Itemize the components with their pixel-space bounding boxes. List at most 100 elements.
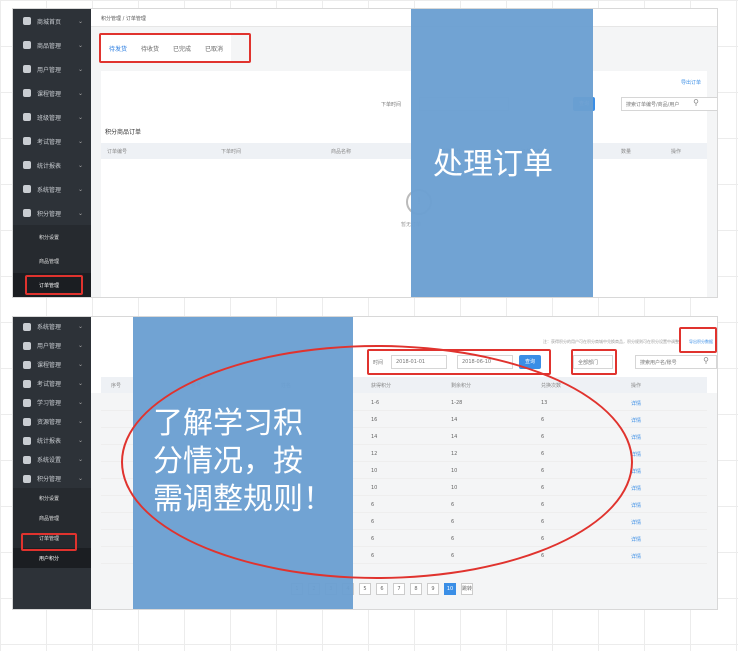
sidebar-subitem[interactable]: 商品管理: [13, 249, 91, 273]
sidebar-item[interactable]: 积分管理 ⌄: [13, 201, 91, 225]
chevron-down-icon: ⌄: [77, 41, 83, 49]
sidebar: 商城首页 ⌄ 商品管理 ⌄ 用户管理 ⌄ 课程管理 ⌄ 班级管理 ⌄ 考试管理 ⌄ 统计报表 ⌄ 系统管理 ⌄…: [13, 9, 91, 297]
sidebar-item[interactable]: 系统设置 ⌄: [13, 450, 91, 469]
overlay-caption-line: 需调整规则！: [153, 482, 333, 517]
menu-icon: [23, 455, 31, 464]
sidebar-item-label: 商品管理: [37, 42, 62, 50]
chevron-down-icon: ⌄: [77, 89, 83, 97]
row-detail-link[interactable]: 详情: [631, 553, 641, 560]
home-icon: [23, 17, 31, 25]
breadcrumb: 积分管理 / 订单管理: [91, 9, 717, 27]
page-button[interactable]: 9: [427, 583, 439, 595]
row-detail-link[interactable]: 详情: [631, 502, 641, 509]
dept-highlight-box: [571, 349, 617, 375]
sidebar-item[interactable]: 课程管理 ⌄: [13, 81, 91, 105]
sidebar-item[interactable]: 资源管理 ⌄: [13, 412, 91, 431]
search-icon[interactable]: ⚲: [703, 356, 709, 365]
column-header: 商品名称: [331, 149, 352, 155]
chevron-down-icon: ⌄: [77, 456, 83, 463]
page-button[interactable]: 跳转: [461, 583, 473, 595]
table-cell: 6: [541, 553, 545, 559]
main-content: 积分管理 / 订单管理 待发货待收货已完成已取消 导出订单 下单时间 查询 搜索…: [91, 9, 717, 297]
export-highlight-box: [679, 327, 717, 353]
sidebar-item[interactable]: 系统管理 ⌄: [13, 177, 91, 201]
sidebar-item[interactable]: 系统管理 ⌄: [13, 317, 91, 336]
page-button[interactable]: 6: [376, 583, 388, 595]
sidebar: 系统管理 ⌄ 用户管理 ⌄ 课程管理 ⌄ 考试管理 ⌄ 学习管理 ⌄ 资源管理 ⌄ 统计报表 ⌄ 系统设置 ⌄…: [13, 317, 91, 609]
sidebar-subitem[interactable]: 用户积分: [13, 548, 91, 568]
menu-icon: [23, 417, 31, 426]
sidebar-item[interactable]: 积分管理 ⌄: [13, 469, 91, 488]
sidebar-item-label: 用户管理: [37, 66, 62, 74]
sidebar-item-label: 学习管理: [37, 400, 62, 407]
column-header: 序号: [111, 383, 122, 389]
sidebar-item-label: 课程管理: [37, 362, 62, 369]
menu-icon: [23, 341, 31, 350]
row-detail-link[interactable]: 详情: [631, 519, 641, 526]
chevron-down-icon: ⌄: [77, 361, 83, 368]
sidebar-item[interactable]: 商品管理 ⌄: [13, 33, 91, 57]
row-detail-link[interactable]: 详情: [631, 485, 641, 492]
column-header: 数量: [621, 149, 632, 155]
sidebar-item-label: 统计报表: [37, 162, 62, 170]
menu-icon: [23, 379, 31, 388]
sidebar-item-label: 用户管理: [37, 343, 62, 350]
sidebar-item-label: 考试管理: [37, 381, 62, 388]
system-icon: [23, 185, 31, 193]
order-management-screenshot: 商城首页 ⌄ 商品管理 ⌄ 用户管理 ⌄ 课程管理 ⌄ 班级管理 ⌄ 考试管理 ⌄ 统计报表 ⌄ 系统管理 ⌄…: [12, 8, 718, 298]
chevron-down-icon: ⌄: [77, 475, 83, 482]
menu-icon: [23, 474, 31, 483]
row-detail-link[interactable]: 详情: [631, 400, 641, 407]
sidebar-item[interactable]: 统计报表 ⌄: [13, 153, 91, 177]
sidebar-item[interactable]: 班级管理 ⌄: [13, 105, 91, 129]
sidebar-item[interactable]: 用户管理 ⌄: [13, 57, 91, 81]
menu-icon: [23, 322, 31, 331]
chevron-down-icon: ⌄: [77, 380, 83, 387]
sidebar-subitem[interactable]: 用户积分: [13, 297, 91, 298]
sidebar-subitem[interactable]: 商品管理: [13, 508, 91, 528]
row-detail-link[interactable]: 详情: [631, 417, 641, 424]
sidebar-item-label: 系统设置: [37, 457, 62, 464]
page-button[interactable]: 7: [393, 583, 405, 595]
sidebar-item-label: 统计报表: [37, 438, 62, 445]
edit-icon: [23, 137, 31, 145]
row-detail-link[interactable]: 详情: [631, 536, 641, 543]
overlay-caption-line: 了解学习积: [153, 406, 303, 441]
sidebar-subitem[interactable]: 积分设置: [13, 488, 91, 508]
menu-highlight-box: [21, 533, 77, 551]
sidebar-item[interactable]: 课程管理 ⌄: [13, 355, 91, 374]
user-points-screenshot: 系统管理 ⌄ 用户管理 ⌄ 课程管理 ⌄ 考试管理 ⌄ 学习管理 ⌄ 资源管理 ⌄ 统计报表 ⌄ 系统设置 ⌄…: [12, 316, 718, 610]
column-header: 操作: [631, 383, 642, 389]
page-button[interactable]: 10: [444, 583, 456, 595]
table-title: 积分商品订单: [105, 129, 142, 136]
sidebar-subitem[interactable]: 积分设置: [13, 225, 91, 249]
sidebar-item-label: 班级管理: [37, 114, 62, 122]
chevron-down-icon: ⌄: [77, 161, 83, 169]
sidebar-item-label: 积分管理: [37, 476, 62, 483]
sidebar-item[interactable]: 考试管理 ⌄: [13, 374, 91, 393]
sidebar-item-label: 积分管理: [37, 210, 62, 218]
sidebar-item[interactable]: 学习管理 ⌄: [13, 393, 91, 412]
export-link[interactable]: 导出订单: [681, 79, 701, 86]
page-button[interactable]: 5: [359, 583, 371, 595]
page-button[interactable]: 8: [410, 583, 422, 595]
sidebar-item[interactable]: 用户管理 ⌄: [13, 336, 91, 355]
menu-icon: [23, 398, 31, 407]
search-icon[interactable]: ⚲: [693, 98, 699, 107]
chevron-down-icon: ⌄: [77, 399, 83, 406]
points-icon: [23, 209, 31, 217]
grid-icon: [23, 113, 31, 121]
search-input[interactable]: 搜索订单编号/商品/用户: [621, 97, 717, 111]
chevron-down-icon: ⌄: [77, 323, 83, 330]
sidebar-item[interactable]: 考试管理 ⌄: [13, 129, 91, 153]
sidebar-item-label: 课程管理: [37, 90, 62, 98]
chevron-down-icon: ⌄: [77, 185, 83, 193]
chevron-down-icon: ⌄: [77, 137, 83, 145]
chevron-down-icon: ⌄: [77, 65, 83, 73]
sidebar-item[interactable]: 统计报表 ⌄: [13, 431, 91, 450]
sidebar-item-label: 系统管理: [37, 324, 62, 331]
row-detail-link[interactable]: 详情: [631, 434, 641, 441]
chevron-down-icon: ⌄: [77, 342, 83, 349]
chevron-down-icon: ⌄: [77, 437, 83, 444]
sidebar-item[interactable]: 商城首页 ⌄: [13, 9, 91, 33]
